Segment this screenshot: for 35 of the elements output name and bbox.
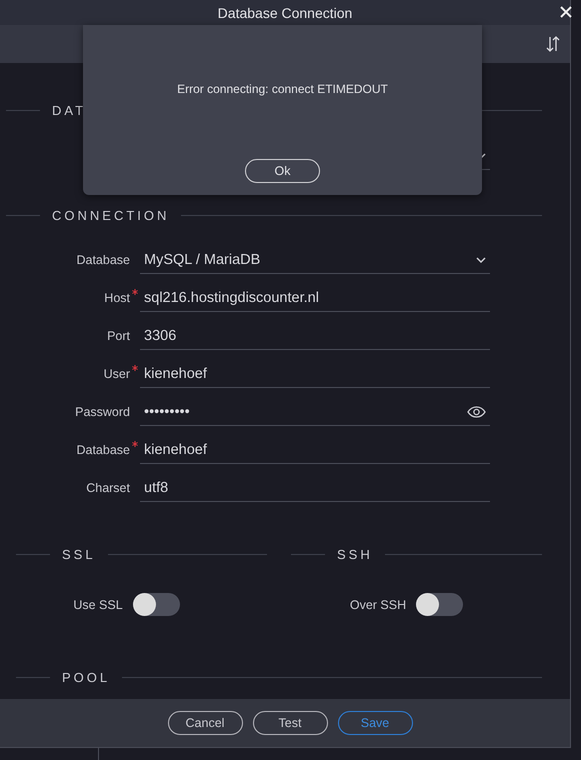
window-title: Database Connection (218, 4, 352, 20)
field-label: Database (6, 443, 130, 457)
input-field[interactable]: utf8 (140, 474, 490, 502)
eye-icon[interactable] (467, 406, 486, 418)
toggle-label: Over SSH (350, 598, 406, 612)
input-field[interactable]: sql216.hostingdiscounter.nl (140, 284, 490, 312)
field-label: Charset (85, 481, 130, 495)
sort-icon[interactable] (546, 35, 560, 53)
toggle-label: Use SSL (73, 598, 123, 612)
toggle-switch[interactable] (132, 593, 180, 616)
field-label: User (6, 367, 130, 381)
required-asterisk-icon (132, 365, 138, 371)
toggle-switch[interactable] (416, 593, 464, 616)
chevron-down-icon[interactable] (476, 256, 486, 262)
primary-button[interactable]: Save (338, 711, 412, 735)
section-heading: CONNECTION (52, 208, 170, 222)
input-field[interactable]: kienehoef (140, 436, 490, 464)
section-heading: SSH (337, 546, 373, 562)
dialog-button[interactable]: Cancel (168, 711, 242, 735)
ok-button[interactable]: Ok (245, 159, 320, 183)
field-label: Database (75, 253, 130, 267)
dialog-button[interactable]: Test (252, 711, 328, 735)
error-message: Error connecting: connect ETIMEDOUT (177, 82, 388, 96)
section-heading: SSL (62, 546, 96, 562)
field-label: Port (106, 329, 130, 343)
required-asterisk-icon (132, 289, 138, 295)
input-field[interactable]: kienehoef (140, 360, 490, 388)
required-asterisk-icon (132, 441, 138, 447)
field-label: Password (74, 405, 130, 419)
input-field[interactable]: ••••••••• (140, 398, 490, 426)
input-field[interactable]: 3306 (140, 322, 490, 350)
section-heading: POOL (62, 670, 110, 684)
section-heading: DAT (52, 102, 86, 118)
field-label: Host (6, 291, 130, 305)
select-field[interactable]: MySQL / MariaDB (140, 246, 490, 274)
